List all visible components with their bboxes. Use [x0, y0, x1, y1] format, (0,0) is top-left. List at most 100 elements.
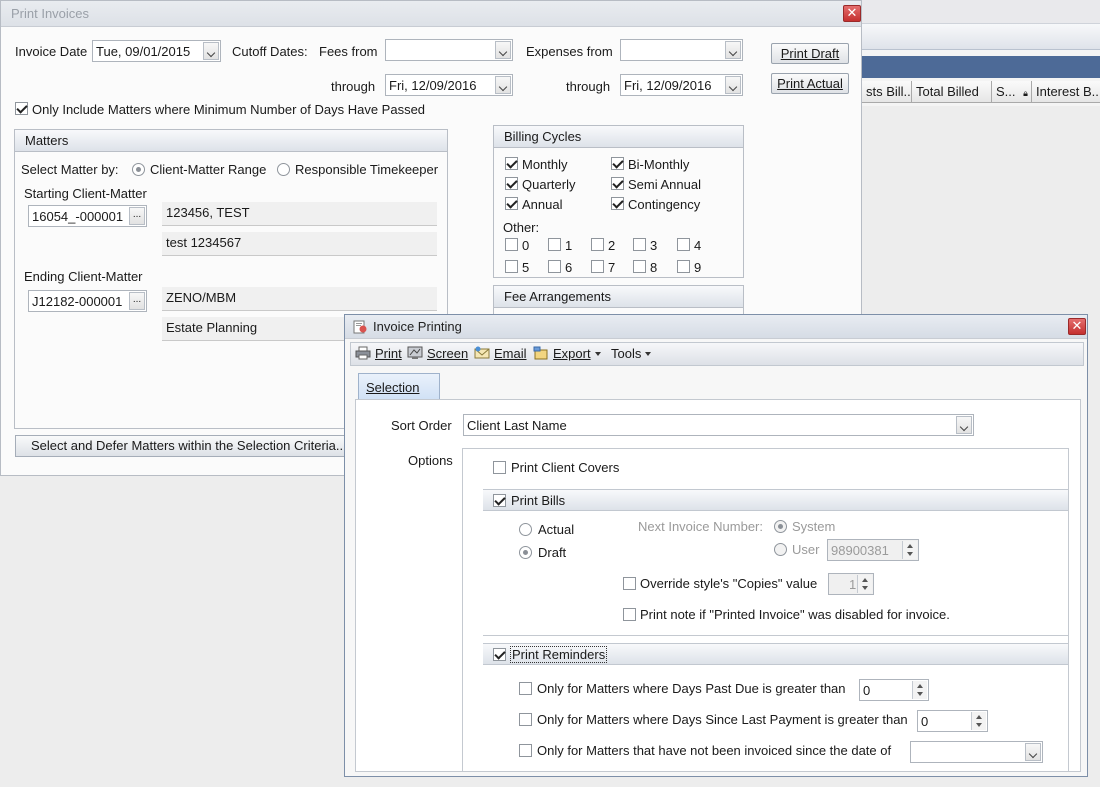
screen-toolbar-button[interactable]: Screen: [407, 346, 468, 361]
days-since-payment-value: 0: [921, 714, 929, 729]
other-9-checkbox[interactable]: [677, 260, 690, 273]
printer-icon: [355, 346, 371, 360]
responsible-timekeeper-radio[interactable]: [277, 163, 290, 176]
spin-arrows-icon[interactable]: [971, 712, 986, 730]
email-toolbar-button[interactable]: Email: [474, 346, 527, 361]
starting-client-matter-label: Starting Client-Matter: [24, 186, 147, 201]
other-4-label: 4: [694, 238, 702, 253]
bi-monthly-checkbox[interactable]: [611, 157, 624, 170]
print-client-covers-checkbox[interactable]: [493, 461, 506, 474]
other-1-checkbox[interactable]: [548, 238, 561, 251]
system-radio[interactable]: [774, 520, 787, 533]
actual-radio[interactable]: [519, 523, 532, 536]
caret-down-icon: [645, 352, 652, 356]
other-0-checkbox[interactable]: [505, 238, 518, 251]
days-past-due-stepper[interactable]: 0: [859, 679, 929, 701]
user-invoice-number-stepper[interactable]: 98900381: [827, 539, 919, 561]
quarterly-checkbox[interactable]: [505, 177, 518, 190]
tab-selection[interactable]: Selection: [358, 373, 440, 401]
client-matter-range-radio[interactable]: [132, 163, 145, 176]
tab-selection-label: Selection: [366, 380, 420, 395]
starting-matter-name: test 1234567: [162, 232, 437, 256]
print-reminders-checkbox[interactable]: [493, 648, 506, 661]
screen-icon: [407, 346, 423, 359]
other-4-checkbox[interactable]: [677, 238, 690, 251]
other-3-checkbox[interactable]: [633, 238, 646, 251]
ending-client-matter-input[interactable]: J12182-000001 ...: [28, 290, 147, 312]
quarterly-label: Quarterly: [522, 177, 576, 192]
spin-arrows-icon[interactable]: [902, 541, 917, 559]
invoice-printing-titlebar[interactable]: Invoice Printing ✕: [345, 315, 1087, 339]
copies-stepper[interactable]: 1: [828, 573, 874, 595]
fees-through-label: through: [331, 79, 376, 94]
chevron-down-icon[interactable]: [203, 42, 219, 60]
export-toolbar-menu[interactable]: Export: [533, 346, 601, 361]
not-invoiced-since-checkbox[interactable]: [519, 744, 532, 757]
draft-label: Draft: [538, 545, 567, 560]
fees-through-picker[interactable]: Fri, 12/09/2016: [385, 74, 513, 96]
annual-checkbox[interactable]: [505, 197, 518, 210]
close-button[interactable]: ✕: [843, 5, 861, 22]
cutoff-dates-label: Cutoff Dates:: [232, 44, 308, 59]
expenses-through-picker[interactable]: Fri, 12/09/2016: [620, 74, 743, 96]
expenses-from-picker[interactable]: [620, 39, 743, 61]
spin-arrows-icon[interactable]: [912, 681, 927, 699]
print-note-checkbox[interactable]: [623, 608, 636, 621]
system-label: System: [792, 519, 836, 534]
contingency-checkbox[interactable]: [611, 197, 624, 210]
browse-button[interactable]: ...: [129, 207, 145, 225]
other-5-checkbox[interactable]: [505, 260, 518, 273]
tools-toolbar-menu[interactable]: Tools: [611, 346, 652, 361]
days-since-payment-stepper[interactable]: 0: [917, 710, 988, 732]
days-since-payment-checkbox[interactable]: [519, 713, 532, 726]
chevron-down-icon[interactable]: [495, 76, 511, 94]
min-days-checkbox[interactable]: [15, 102, 28, 115]
user-radio[interactable]: [774, 543, 787, 556]
spin-arrows-icon[interactable]: [857, 575, 872, 593]
select-defer-matters-button[interactable]: Select and Defer Matters within the Sele…: [15, 435, 355, 457]
annual-label: Annual: [522, 197, 563, 212]
fee-arrangements-header: Fee Arrangements: [494, 286, 743, 308]
other-3-label: 3: [650, 238, 658, 253]
monthly-checkbox[interactable]: [505, 157, 518, 170]
chevron-down-icon[interactable]: [956, 416, 972, 434]
chevron-down-icon[interactable]: [725, 41, 741, 59]
semi-annual-checkbox[interactable]: [611, 177, 624, 190]
billing-cycles-group: Billing Cycles Monthly Bi-Monthly Quarte…: [493, 125, 744, 278]
print-bills-checkbox[interactable]: [493, 494, 506, 507]
days-past-due-checkbox[interactable]: [519, 682, 532, 695]
starting-client-matter-input[interactable]: 16054_-000001 ...: [28, 205, 147, 227]
browse-button[interactable]: ...: [129, 292, 145, 310]
grid-col-s[interactable]: S... 🔒︎: [992, 81, 1032, 103]
monthly-label: Monthly: [522, 157, 568, 172]
expenses-through-label: through: [566, 79, 611, 94]
print-bills-label: Print Bills: [511, 493, 566, 508]
print-draft-button[interactable]: Print Draft: [771, 43, 849, 64]
expenses-from-label: Expenses from: [526, 44, 613, 59]
not-invoiced-since-date-picker[interactable]: [910, 741, 1043, 763]
grid-col-total-billed[interactable]: Total Billed: [912, 81, 992, 103]
print-reminders-label: Print Reminders: [509, 646, 608, 663]
chevron-down-icon[interactable]: [495, 41, 511, 59]
close-button[interactable]: ✕: [1068, 318, 1086, 335]
print-toolbar-button[interactable]: Print: [355, 346, 402, 361]
chevron-down-icon[interactable]: [1025, 743, 1041, 761]
sort-order-select[interactable]: Client Last Name: [463, 414, 974, 436]
other-7-checkbox[interactable]: [591, 260, 604, 273]
print-invoices-titlebar[interactable]: Print Invoices ✕: [1, 1, 861, 27]
window-title: Print Invoices: [11, 6, 90, 21]
chevron-down-icon[interactable]: [725, 76, 741, 94]
override-copies-checkbox[interactable]: [623, 577, 636, 590]
grid-col-costs-billed[interactable]: sts Bill...: [862, 81, 912, 103]
draft-radio[interactable]: [519, 546, 532, 559]
bi-monthly-label: Bi-Monthly: [628, 157, 690, 172]
print-actual-button[interactable]: Print Actual: [771, 73, 849, 94]
fees-from-picker[interactable]: [385, 39, 513, 61]
print-bills-header: Print Bills: [483, 489, 1068, 511]
other-8-checkbox[interactable]: [633, 260, 646, 273]
other-6-checkbox[interactable]: [548, 260, 561, 273]
other-2-checkbox[interactable]: [591, 238, 604, 251]
grid-col-interest-billed[interactable]: Interest B...: [1032, 81, 1100, 103]
print-toolbar-label: Print: [375, 346, 402, 361]
invoice-date-picker[interactable]: Tue, 09/01/2015: [92, 40, 221, 62]
